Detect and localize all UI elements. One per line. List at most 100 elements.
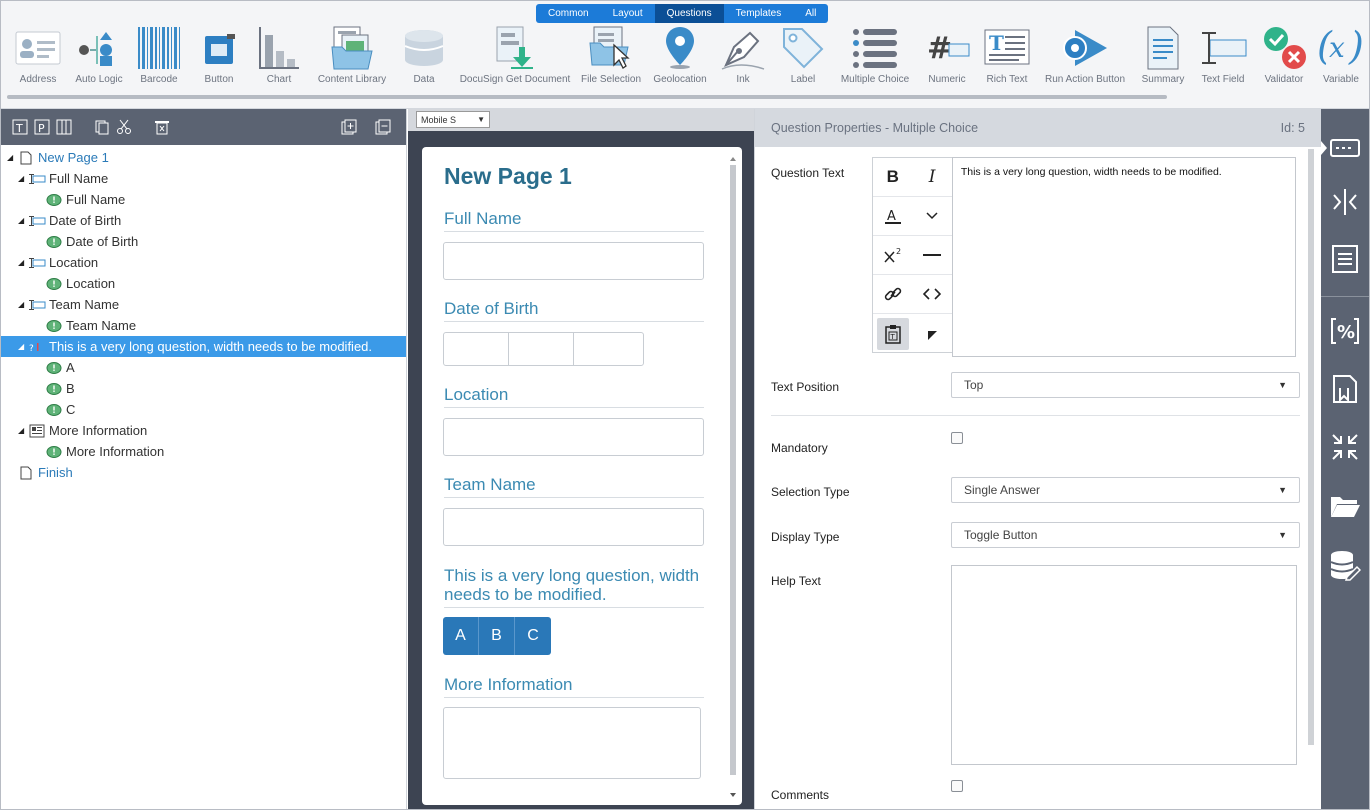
tool-multiple-choice[interactable]: Multiple Choice: [835, 23, 915, 85]
tab-common[interactable]: Common: [536, 4, 601, 23]
tree-item-finish-page[interactable]: Finish: [1, 462, 406, 483]
dob-year-field[interactable]: [574, 333, 643, 365]
tree-item-choice-c[interactable]: C: [1, 399, 406, 420]
expand-triangle-icon[interactable]: ◢: [18, 426, 28, 435]
tree-item-label[interactable]: Team Name: [1, 315, 406, 336]
italic-button[interactable]: I: [916, 161, 948, 193]
tool-barcode[interactable]: Barcode: [129, 23, 189, 85]
tool-docusign-get-document[interactable]: DocuSign Get Document: [453, 23, 577, 85]
tree-item-field[interactable]: ◢ Date of Birth: [1, 210, 406, 231]
font-color-button[interactable]: A: [877, 200, 909, 232]
bookmark-page-icon[interactable]: [1325, 369, 1365, 409]
expand-triangle-icon[interactable]: ◢: [18, 174, 28, 183]
tab-questions[interactable]: Questions: [654, 4, 724, 23]
tool-rich-text[interactable]: T Rich Text: [979, 23, 1035, 85]
toggle-choice-a[interactable]: A: [443, 617, 479, 655]
merge-icon[interactable]: [1325, 182, 1365, 222]
dob-month-field[interactable]: [509, 333, 574, 365]
database-edit-icon[interactable]: [1325, 545, 1365, 585]
tree-item-choice-a[interactable]: A: [1, 357, 406, 378]
tool-auto-logic[interactable]: Auto Logic: [69, 23, 129, 85]
mandatory-checkbox[interactable]: [951, 432, 963, 444]
collapse-all-icon[interactable]: [374, 118, 392, 136]
tree-item-label[interactable]: Date of Birth: [1, 231, 406, 252]
percent-code-icon[interactable]: %: [1325, 311, 1365, 351]
preview-more-textarea[interactable]: [443, 707, 701, 779]
toggle-choice-b[interactable]: B: [479, 617, 515, 655]
selection-type-select[interactable]: Single Answer ▼: [951, 477, 1300, 503]
tree-item-field[interactable]: ◢ Full Name: [1, 168, 406, 189]
compress-arrows-icon[interactable]: [1325, 427, 1365, 467]
tool-ink[interactable]: Ink: [715, 23, 771, 85]
tree-item-memo[interactable]: ◢ More Information: [1, 420, 406, 441]
delete-icon[interactable]: [153, 118, 171, 136]
tool-chart[interactable]: Chart: [249, 23, 309, 85]
page-icon: [17, 466, 35, 480]
content-library-icon: [327, 23, 377, 73]
tree-item-label[interactable]: Full Name: [1, 189, 406, 210]
properties-scrollbar[interactable]: [1307, 149, 1315, 749]
tool-text-field[interactable]: Text Field: [1191, 23, 1255, 85]
expand-triangle-icon[interactable]: ◢: [18, 300, 28, 309]
chevron-down-icon[interactable]: [916, 200, 948, 232]
folder-open-icon[interactable]: [1325, 486, 1365, 526]
tree-item-page[interactable]: ◢ New Page 1: [1, 147, 406, 168]
link-icon[interactable]: [877, 278, 909, 310]
tree-item-label[interactable]: More Information: [1, 441, 406, 462]
properties-icon[interactable]: [1325, 128, 1365, 168]
preview-scrollbar[interactable]: [728, 153, 738, 801]
tree-item-label[interactable]: Location: [1, 273, 406, 294]
document-list-icon[interactable]: [1325, 239, 1365, 279]
copy-icon[interactable]: [93, 118, 111, 136]
tool-data[interactable]: Data: [395, 23, 453, 85]
tab-templates[interactable]: Templates: [724, 4, 794, 23]
device-select[interactable]: Mobile S ▼: [416, 111, 490, 128]
code-view-icon[interactable]: [916, 278, 948, 310]
tree-item-field[interactable]: ◢ Location: [1, 252, 406, 273]
tool-label[interactable]: Label: [771, 23, 835, 85]
add-page-icon[interactable]: [340, 118, 358, 136]
help-text-area[interactable]: [951, 565, 1297, 765]
svg-text:P: P: [38, 122, 45, 135]
tool-variable[interactable]: (x) Variable: [1313, 23, 1369, 85]
tool-button[interactable]: Button: [189, 23, 249, 85]
toggle-choice-c[interactable]: C: [515, 617, 551, 655]
tool-file-selection[interactable]: File Selection: [577, 23, 645, 85]
expand-triangle-icon[interactable]: ◢: [18, 342, 28, 351]
tab-layout[interactable]: Layout: [601, 4, 655, 23]
tool-numeric[interactable]: # Numeric: [915, 23, 979, 85]
comments-checkbox[interactable]: [951, 780, 963, 792]
cut-icon[interactable]: [115, 118, 133, 136]
expand-triangle-icon[interactable]: ◢: [18, 216, 28, 225]
preview-team-input[interactable]: [443, 508, 704, 546]
tool-run-action-button[interactable]: Run Action Button: [1035, 23, 1135, 85]
text-position-select[interactable]: Top ▼: [951, 372, 1300, 398]
tree-item-field[interactable]: ◢ Team Name: [1, 294, 406, 315]
tool-content-library[interactable]: Content Library: [309, 23, 395, 85]
display-type-select[interactable]: Toggle Button ▼: [951, 522, 1300, 548]
superscript-button[interactable]: 2: [877, 239, 909, 271]
tool-summary[interactable]: Summary: [1135, 23, 1191, 85]
tab-all[interactable]: All: [793, 4, 828, 23]
toolbar-scrollbar[interactable]: [7, 95, 1167, 99]
svg-text:?: ?: [29, 344, 34, 353]
preview-full-name-input[interactable]: [443, 242, 704, 280]
expand-arrow-icon[interactable]: [916, 318, 948, 350]
tree-item-multiple-choice[interactable]: ◢ ? This is a very long question, width …: [1, 336, 406, 357]
columns-view-icon[interactable]: [55, 118, 73, 136]
tool-address[interactable]: Address: [7, 23, 69, 85]
bold-button[interactable]: B: [877, 161, 909, 193]
preview-dob-input[interactable]: [443, 332, 644, 366]
prompt-view-icon[interactable]: P: [33, 118, 51, 136]
expand-triangle-icon[interactable]: ◢: [18, 258, 28, 267]
tree-item-choice-b[interactable]: B: [1, 378, 406, 399]
tool-validator[interactable]: Validator: [1255, 23, 1313, 85]
text-view-icon[interactable]: T: [11, 118, 29, 136]
preview-location-input[interactable]: [443, 418, 704, 456]
paste-text-icon[interactable]: T: [876, 317, 909, 350]
expand-triangle-icon[interactable]: ◢: [7, 153, 17, 162]
dob-day-field[interactable]: [444, 333, 509, 365]
tool-geolocation[interactable]: Geolocation: [645, 23, 715, 85]
horizontal-rule-button[interactable]: [916, 239, 948, 271]
question-text-area[interactable]: This is a very long question, width need…: [951, 157, 1296, 357]
